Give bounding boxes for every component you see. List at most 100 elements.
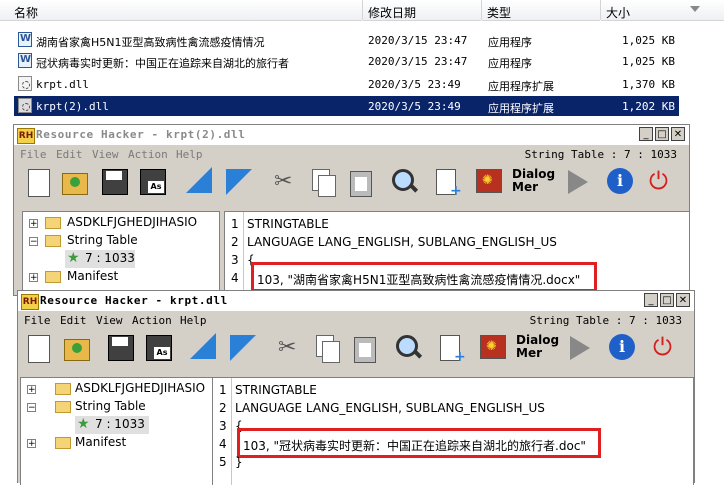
menu-edit[interactable]: Edit (60, 314, 87, 327)
sort-indicator-icon (690, 6, 700, 12)
title-bar[interactable]: RH Resource Hacker - krpt.dll _ □ ✕ (18, 291, 694, 311)
menu-action[interactable]: Action (132, 314, 172, 327)
file-size: 1,025 KB (622, 34, 675, 47)
save-button[interactable] (106, 333, 136, 363)
script-editor[interactable]: 1 2 3 4 5 STRINGTABLE LANGUAGE LANG_ENGL… (212, 377, 694, 485)
file-date: 2020/3/15 23:47 (368, 34, 468, 47)
menu-file[interactable]: File (20, 148, 47, 161)
open-button[interactable] (60, 167, 90, 197)
paste-button[interactable] (346, 167, 376, 197)
copy-button[interactable] (308, 167, 338, 197)
new-icon (28, 169, 50, 197)
menu-file[interactable]: File (24, 314, 51, 327)
info-button[interactable]: i (608, 333, 638, 363)
file-type: 应用程序扩展 (488, 80, 554, 93)
line-number: 1 (219, 383, 227, 397)
expand-icon[interactable]: + (27, 439, 36, 449)
compile-button[interactable] (190, 333, 220, 363)
dialog-merge-icon: Dialog (516, 333, 560, 347)
collapse-icon[interactable]: − (29, 237, 38, 247)
file-row[interactable]: 冠状病毒实时更新：中国正在追踪来自湖北的旅行者 2020/3/15 23:47 … (14, 51, 679, 71)
add-resource-button[interactable]: + (438, 333, 468, 365)
menu-view[interactable]: View (92, 148, 119, 161)
code-line: } (235, 455, 243, 469)
tree-item-7-1033[interactable]: ★ 7 : 1033 (75, 416, 149, 434)
new-button[interactable] (24, 333, 54, 363)
file-name: 冠状病毒实时更新：中国正在追踪来自湖北的旅行者 (36, 57, 289, 70)
menu-action[interactable]: Action (128, 148, 168, 161)
code-line: LANGUAGE LANG_ENGLISH, SUBLANG_ENGLISH_U… (247, 235, 557, 249)
minimize-button[interactable]: _ (644, 293, 658, 307)
play-button[interactable] (562, 167, 592, 197)
column-header-name[interactable]: 名称 (0, 0, 362, 21)
minimize-button[interactable]: _ (639, 127, 653, 141)
menu-help[interactable]: Help (176, 148, 203, 161)
file-date: 2020/3/5 23:49 (368, 78, 461, 91)
menu-edit[interactable]: Edit (56, 148, 83, 161)
tree-label: String Table (67, 233, 138, 247)
compile-button[interactable] (186, 167, 216, 197)
maximize-button[interactable]: □ (655, 127, 669, 141)
script-editor[interactable]: 1 2 3 4 STRINGTABLE LANGUAGE LANG_ENGLIS… (224, 211, 690, 299)
column-header-type[interactable]: 类型 (482, 0, 600, 21)
tree-item-7-1033[interactable]: ★ 7 : 1033 (65, 250, 135, 268)
cut-icon: ✂ (274, 169, 293, 194)
collapse-icon[interactable]: − (27, 403, 36, 413)
resource-status: String Table : 7 : 1033 (529, 314, 682, 327)
play-icon (568, 170, 588, 194)
line-number: 3 (231, 253, 239, 267)
toolbar: As ✂ + ✺ Dialog Mer i ⏻ (14, 163, 689, 203)
copy-button[interactable] (312, 333, 342, 363)
run-button[interactable] (228, 333, 258, 363)
title-bar[interactable]: RH Resource Hacker - krpt(2).dll _ □ ✕ (14, 125, 689, 145)
dialog-merge-button[interactable]: Dialog Mer (516, 333, 560, 363)
run-button[interactable] (224, 167, 254, 197)
power-button[interactable]: ⏻ (648, 167, 678, 197)
add-image-button[interactable]: ✺ (478, 333, 508, 363)
dialog-merge-button[interactable]: Dialog Mer (512, 167, 555, 197)
file-row[interactable]: 湖南省家禽H5N1亚型高致病性禽流感疫情情况 2020/3/15 23:47 应… (14, 30, 679, 50)
play-button[interactable] (564, 333, 594, 363)
maximize-button[interactable]: □ (660, 293, 674, 307)
resource-tree[interactable]: + ASDKLFJGHEDJIHASIO − String Table ★ 7 … (22, 211, 220, 299)
column-header-date[interactable]: 修改日期 (363, 0, 481, 21)
file-name: krpt.dll (36, 78, 89, 91)
menu-view[interactable]: View (96, 314, 123, 327)
power-icon: ⏻ (649, 167, 668, 195)
info-button[interactable]: i (606, 167, 636, 197)
folder-icon (55, 437, 71, 449)
expand-icon[interactable]: + (27, 385, 36, 395)
add-resource-button[interactable]: + (434, 167, 464, 199)
code-line-highlighted: 103, "冠状病毒实时更新：中国正在追踪来自湖北的旅行者.doc" (243, 439, 586, 453)
expand-icon[interactable]: + (29, 219, 38, 229)
file-explorer: 名称 修改日期 类型 大小 湖南省家禽H5N1亚型高致病性禽流感疫情情况 202… (0, 0, 724, 118)
power-button[interactable]: ⏻ (652, 333, 682, 363)
new-button[interactable] (24, 167, 54, 197)
info-icon: i (609, 334, 635, 360)
resource-tree[interactable]: + ASDKLFJGHEDJIHASIO − String Table ★ 7 … (20, 377, 215, 485)
cut-button[interactable]: ✂ (274, 333, 304, 363)
expand-icon[interactable]: + (29, 273, 38, 283)
resource-hacker-window-front[interactable]: RH Resource Hacker - krpt.dll _ □ ✕ File E… (17, 290, 695, 485)
add-image-button[interactable]: ✺ (474, 167, 504, 197)
cut-button[interactable]: ✂ (270, 167, 300, 197)
save-button[interactable] (100, 167, 130, 197)
find-button[interactable] (390, 167, 420, 197)
save-as-button[interactable]: As (138, 167, 168, 197)
line-number: 5 (219, 455, 227, 469)
open-button[interactable] (62, 333, 92, 363)
file-type: 应用程序扩展 (488, 102, 554, 115)
menu-help[interactable]: Help (180, 314, 207, 327)
file-date: 2020/3/15 23:47 (368, 55, 468, 68)
file-row-selected[interactable]: krpt(2).dll 2020/3/5 23:49 应用程序扩展 1,202 … (14, 96, 679, 116)
resource-hacker-window-back[interactable]: RH Resource Hacker - krpt(2).dll _ □ ✕ Fil… (13, 124, 690, 299)
paste-button[interactable] (350, 333, 380, 363)
close-button[interactable]: ✕ (671, 127, 685, 141)
find-button[interactable] (394, 333, 424, 363)
file-row[interactable]: krpt.dll 2020/3/5 23:49 应用程序扩展 1,370 KB (14, 74, 679, 94)
save-as-button[interactable]: As (144, 333, 174, 363)
column-header-size[interactable]: 大小 (601, 0, 724, 21)
close-button[interactable]: ✕ (676, 293, 690, 307)
window-title: Resource Hacker - krpt.dll (40, 294, 228, 307)
compile-icon (186, 167, 212, 193)
